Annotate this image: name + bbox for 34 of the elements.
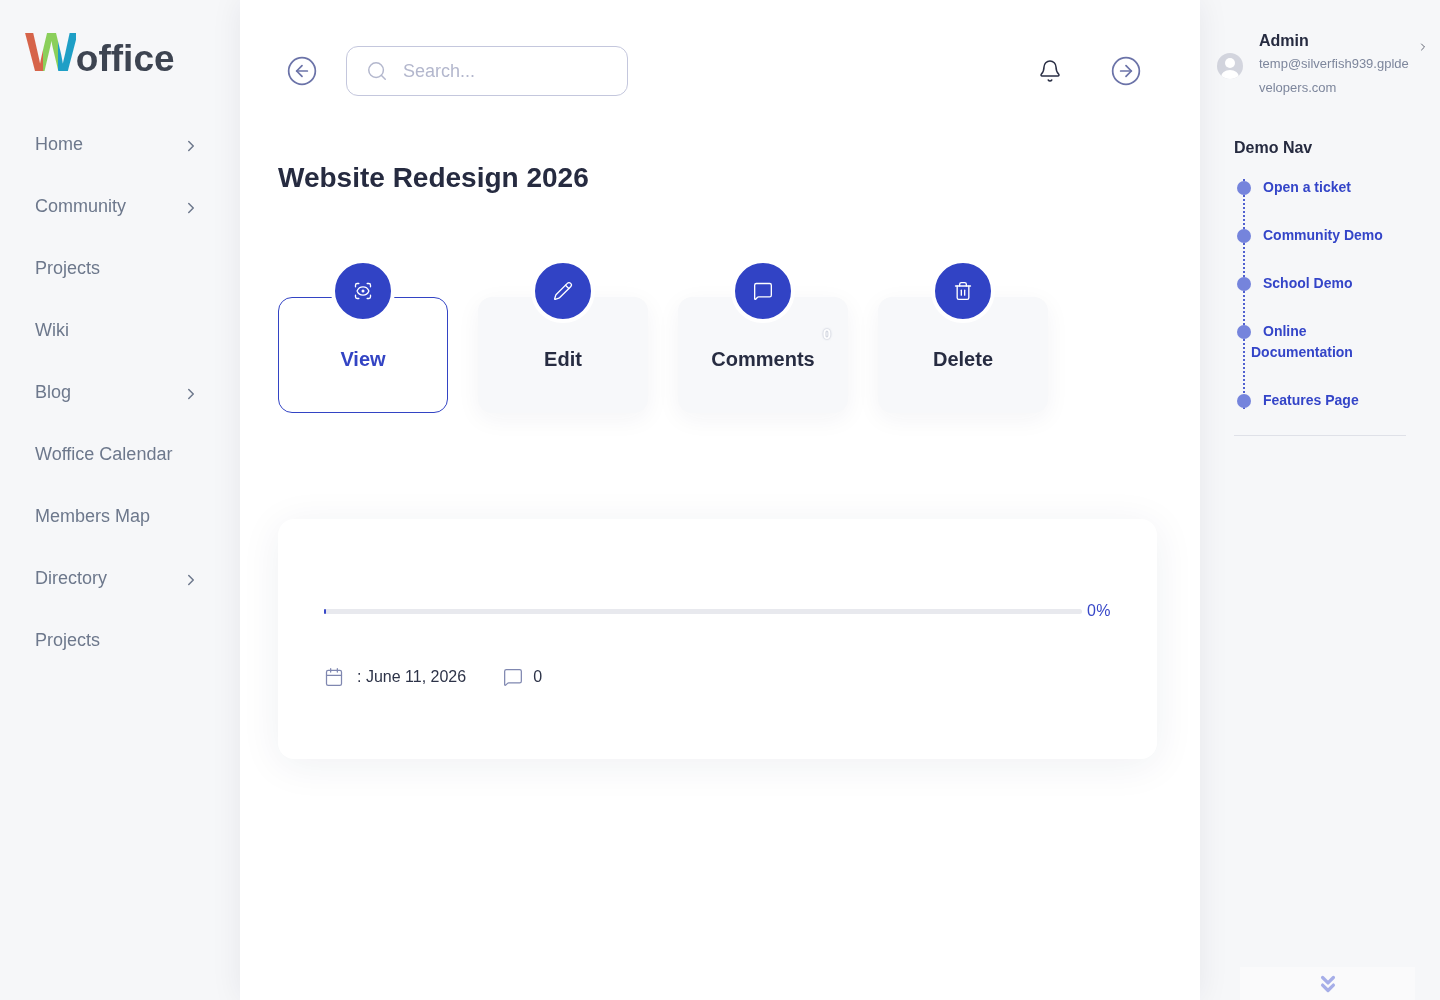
nav-item[interactable]: Home [35,113,200,175]
search-field[interactable]: Search... [346,46,628,96]
demo-nav-link[interactable]: Features Page [1251,390,1391,411]
demo-nav-link[interactable]: Online Documentation [1251,321,1391,363]
nav-item[interactable]: Blog [35,361,200,423]
bell-icon [1038,59,1062,83]
demo-nav-link[interactable]: Open a ticket [1251,177,1391,198]
comment-count: 0 [533,667,543,687]
forward-button[interactable] [1110,55,1142,87]
logo[interactable]: Woffice [25,24,175,80]
user-name: Admin [1259,31,1310,51]
progress-percent: 0% [1086,601,1111,621]
demo-nav-title: Demo Nav [1234,138,1313,158]
comment-icon [503,667,524,687]
action-card[interactable]: Delete [878,297,1048,413]
calendar-icon [324,667,344,687]
back-button[interactable] [286,55,318,87]
nav-item[interactable]: Community [35,175,200,237]
nav-item[interactable]: Projects [35,237,200,299]
nav-item[interactable]: Members Map [35,485,200,547]
due-date: : June 11, 2026 [357,667,467,687]
user-avatar [1217,53,1243,79]
notifications-button[interactable] [1038,58,1062,84]
nav-item[interactable]: Directory [35,547,200,609]
nav-item[interactable]: Wiki [35,299,200,361]
nav-item[interactable]: Projects [35,609,200,671]
user-email: temp@silverfish939.gpldevelopers.com [1259,55,1410,97]
search-icon [366,60,388,82]
nav-item[interactable]: Woffice Calendar [35,423,200,485]
project-title: Website Redesign 2026 [278,161,589,195]
demo-nav-link[interactable]: School Demo [1251,273,1391,294]
action-card[interactable]: View [278,297,448,413]
action-card[interactable]: Edit [478,297,648,413]
demo-nav-link[interactable]: Community Demo [1251,225,1391,246]
